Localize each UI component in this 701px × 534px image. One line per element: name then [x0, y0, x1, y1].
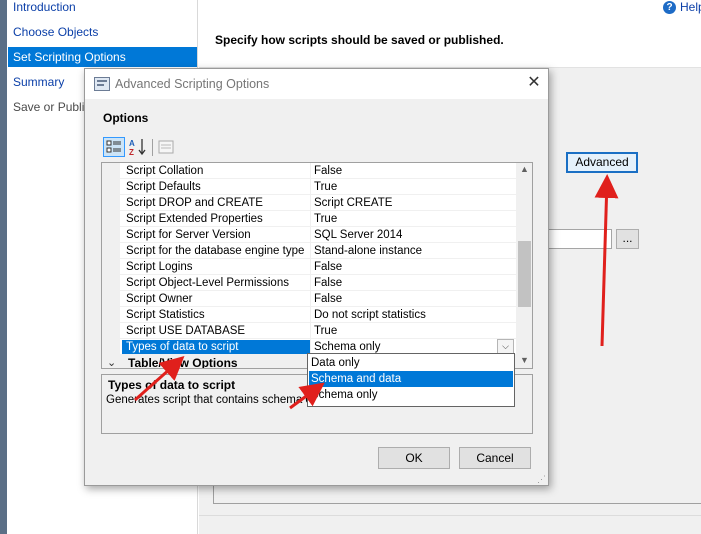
property-row[interactable]: Script Extended Properties True [102, 211, 516, 227]
types-of-data-dropdown-list[interactable]: Data only Schema and data Schema only [307, 353, 515, 407]
property-row[interactable]: Script Owner False [102, 291, 516, 307]
nav-item-introduction[interactable]: Introduction [8, 0, 197, 17]
browse-button[interactable]: ... [616, 229, 639, 249]
property-name: Script Extended Properties [126, 213, 263, 225]
description-text: Generates script that contains schema on… [106, 394, 327, 406]
footer-divider [199, 515, 701, 516]
nav-strip [0, 0, 7, 534]
property-grid[interactable]: Script Collation False Script Defaults T… [101, 162, 533, 369]
property-name: Script Defaults [126, 181, 201, 193]
property-value[interactable]: Script CREATE [314, 196, 514, 210]
property-pages-button [155, 137, 177, 157]
property-value[interactable]: Do not script statistics [314, 308, 514, 322]
property-name: Script Owner [126, 293, 193, 305]
ok-button[interactable]: OK [378, 447, 450, 469]
scroll-down-icon[interactable]: ▼ [520, 355, 529, 365]
property-value[interactable]: False [314, 292, 514, 306]
page-heading: Specify how scripts should be saved or p… [215, 33, 504, 47]
property-name: Script Collation [126, 165, 204, 177]
help-link[interactable]: ? Help [663, 0, 701, 14]
scroll-thumb[interactable] [518, 241, 531, 307]
dialog-titlebar: Advanced Scripting Options ✕ [85, 69, 548, 99]
alphabetical-button[interactable]: A Z [127, 137, 149, 157]
property-name: Types of data to script [122, 340, 310, 354]
property-row[interactable]: Script Logins False [102, 259, 516, 275]
help-icon: ? [663, 0, 676, 14]
svg-text:Z: Z [129, 148, 134, 157]
property-row[interactable]: Script Defaults True [102, 179, 516, 195]
category-name: Table/View Options [128, 356, 238, 369]
dropdown-option-data-only[interactable]: Data only [309, 355, 513, 371]
property-name: Script Logins [126, 261, 193, 273]
toolbar-separator [152, 139, 153, 156]
property-name: Script DROP and CREATE [126, 197, 263, 209]
dropdown-option-schema-only[interactable]: Schema only [309, 387, 513, 403]
property-row[interactable]: Script for the database engine type Stan… [102, 243, 516, 259]
property-value[interactable]: SQL Server 2014 [314, 228, 514, 242]
property-value[interactable]: Schema only [314, 340, 514, 354]
page-header: Specify how scripts should be saved or p… [199, 0, 701, 68]
property-row[interactable]: Script Statistics Do not script statisti… [102, 307, 516, 323]
resize-grip-icon[interactable]: ⋰ [537, 474, 546, 485]
property-value[interactable]: True [314, 212, 514, 226]
nav-item-set-scripting-options[interactable]: Set Scripting Options [8, 47, 197, 67]
property-name: Script Object-Level Permissions [126, 277, 289, 289]
output-panel [213, 484, 701, 504]
dropdown-option-schema-and-data[interactable]: Schema and data [309, 371, 513, 387]
help-label: Help [680, 0, 701, 14]
property-row[interactable]: Script USE DATABASE True [102, 323, 516, 339]
dialog-app-icon [94, 77, 110, 91]
property-value[interactable]: False [314, 260, 514, 274]
cancel-button[interactable]: Cancel [459, 447, 531, 469]
advanced-button[interactable]: Advanced [566, 152, 638, 173]
dropdown-arrow-icon[interactable]: ⌵ [497, 339, 514, 354]
property-value[interactable]: True [314, 180, 514, 194]
property-grid-scrollbar[interactable]: ▲ ▼ [516, 163, 532, 368]
property-name: Script for Server Version [126, 229, 251, 241]
property-name: Script USE DATABASE [126, 325, 246, 337]
property-pages-icon [158, 140, 174, 154]
property-value[interactable]: False [314, 276, 514, 290]
property-name: Script for the database engine type [126, 245, 305, 257]
description-title: Types of data to script [108, 378, 236, 392]
property-row[interactable]: Script Collation False [102, 163, 516, 179]
dialog-title: Advanced Scripting Options [115, 77, 270, 91]
svg-text:A: A [129, 139, 135, 148]
property-row[interactable]: Script Object-Level Permissions False [102, 275, 516, 291]
advanced-scripting-options-dialog: Advanced Scripting Options ✕ Options A Z [84, 68, 549, 486]
categorized-icon [106, 140, 121, 153]
property-value[interactable]: True [314, 324, 514, 338]
chevron-down-icon[interactable]: ⌄ [107, 356, 116, 368]
nav-item-choose-objects[interactable]: Choose Objects [8, 22, 197, 42]
close-icon[interactable]: ✕ [525, 74, 543, 92]
options-label: Options [103, 111, 149, 125]
sort-alphabetical-icon: A Z [129, 139, 146, 157]
property-value[interactable]: False [314, 164, 514, 178]
property-row[interactable]: Script DROP and CREATE Script CREATE [102, 195, 516, 211]
categorized-button[interactable] [103, 137, 125, 157]
scroll-up-icon[interactable]: ▲ [520, 164, 529, 174]
property-row[interactable]: Script for Server Version SQL Server 201… [102, 227, 516, 243]
property-name: Script Statistics [126, 309, 205, 321]
property-value[interactable]: Stand-alone instance [314, 244, 514, 258]
output-path-input[interactable] [540, 229, 612, 249]
